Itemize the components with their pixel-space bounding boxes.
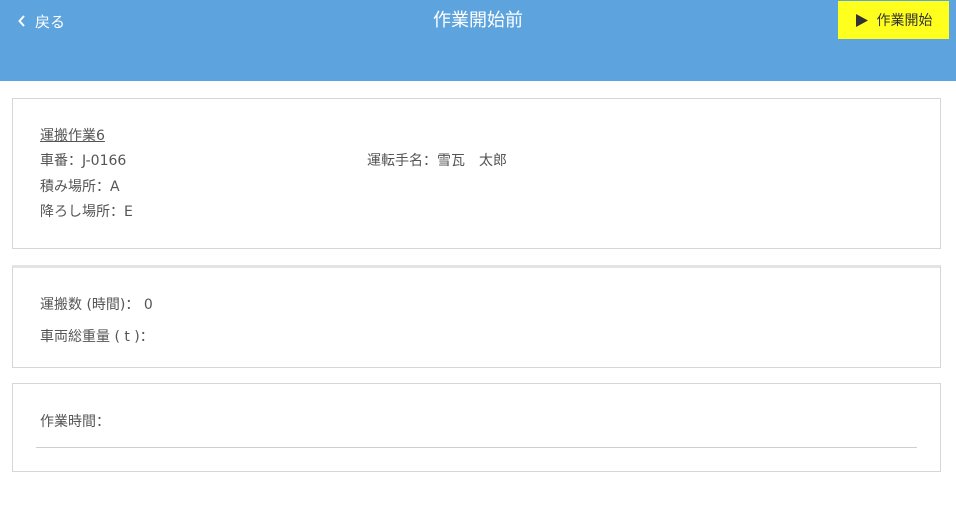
trip-count-label: 運搬数 (時間)： — [40, 297, 140, 313]
driver-name: 運転手名：雪瓦 太郎 — [367, 151, 507, 171]
job-title: 運搬作業6 — [40, 128, 105, 144]
work-time: 作業時間： — [40, 412, 110, 432]
vehicle-gross-weight-label: 車両総重量 ( t )： — [40, 329, 154, 345]
stats-card: 運搬数 (時間)： 0 車両総重量 ( t )： — [12, 265, 941, 368]
driver-name-label: 運転手名： — [367, 153, 437, 169]
page-title: 作業開始前 — [433, 10, 523, 31]
vehicle-gross-weight: 車両総重量 ( t )： — [40, 327, 154, 347]
work-time-divider — [36, 447, 917, 448]
loading-place-value: A — [110, 179, 120, 195]
app-header: 戻る 作業開始前 作業開始 — [0, 0, 956, 81]
play-icon — [855, 13, 868, 27]
vehicle-number: 車番：J-0166 — [40, 151, 126, 171]
loading-place: 積み場所：A — [40, 177, 120, 197]
trip-count-value: 0 — [143, 297, 153, 313]
trip-count: 運搬数 (時間)： 0 — [40, 295, 153, 315]
job-info-card: 運搬作業6 車番：J-0166 運転手名：雪瓦 太郎 積み場所：A 降ろし場所：… — [12, 98, 941, 249]
unloading-place-value: E — [124, 204, 133, 220]
vehicle-number-value: J-0166 — [82, 153, 127, 169]
start-work-button[interactable]: 作業開始 — [838, 1, 949, 39]
driver-name-value: 雪瓦 太郎 — [437, 153, 507, 169]
start-work-label: 作業開始 — [876, 13, 933, 29]
work-time-label: 作業時間： — [40, 414, 110, 430]
unloading-place-label: 降ろし場所： — [40, 204, 124, 220]
vehicle-number-label: 車番： — [40, 153, 82, 169]
work-time-card: 作業時間： — [12, 383, 941, 472]
unloading-place: 降ろし場所：E — [40, 202, 133, 222]
loading-place-label: 積み場所： — [40, 179, 110, 195]
